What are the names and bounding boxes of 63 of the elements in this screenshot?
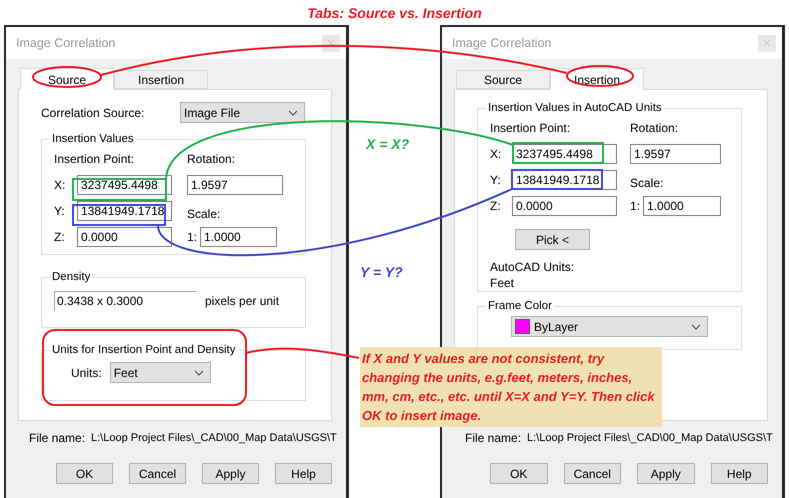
- field-label: Insertion Point:: [54, 152, 134, 166]
- group-label: Frame Color: [487, 300, 553, 312]
- field-label: Rotation:: [630, 121, 678, 135]
- pick-button[interactable]: Pick <: [515, 229, 590, 250]
- dropdown[interactable]: Image File: [180, 102, 305, 123]
- dialog-button[interactable]: Cancel: [129, 463, 186, 484]
- field-label: Rotation:: [187, 152, 236, 166]
- text-field[interactable]: 1.9597: [630, 144, 721, 164]
- highlight-ellipse: [566, 65, 634, 87]
- field-label: File name:: [29, 431, 86, 445]
- dialog-button[interactable]: Apply: [202, 463, 259, 484]
- field-label: Z:: [490, 199, 501, 213]
- chevron-down-icon: [194, 370, 204, 376]
- tab[interactable]: Insertion: [114, 70, 208, 89]
- group-label: Density: [51, 271, 92, 283]
- field-label: Y:: [490, 173, 501, 187]
- chevron-down-icon: [691, 324, 701, 330]
- dialog-button[interactable]: Apply: [637, 463, 694, 484]
- text-field[interactable]: 1.0000: [643, 196, 722, 216]
- annotation-note: If X and Y values are not consistent, try changing the units, e.g.feet, meters, inches, mm, cm, etc., etc. until X=X and Y=Y. Then click OK to insert image.: [360, 347, 662, 427]
- dropdown[interactable]: Feet: [110, 362, 211, 383]
- dialog-title: Image Correlation: [452, 36, 552, 50]
- field-label: X:: [490, 147, 502, 161]
- field-label: X:: [54, 178, 66, 192]
- dropdown[interactable]: ByLayer: [511, 316, 708, 337]
- annotation-label: X = X?: [366, 136, 410, 152]
- field-label: Units:: [71, 366, 102, 380]
- dialog-button[interactable]: Help: [710, 463, 768, 484]
- field-label: File name:: [465, 431, 522, 445]
- text-field[interactable]: 1.0000: [200, 227, 278, 247]
- text-field[interactable]: 1.9597: [187, 175, 283, 195]
- field-label: 1:: [630, 199, 640, 213]
- text-field[interactable]: 0.3438 x 0.3000: [54, 291, 196, 310]
- field-label: Scale:: [630, 176, 664, 190]
- dialog-title: Image Correlation: [16, 36, 116, 50]
- dialog-button[interactable]: Help: [275, 463, 332, 484]
- field-label: Correlation Source:: [41, 106, 146, 120]
- field-label: AutoCAD Units:: [490, 260, 576, 274]
- dialog-button[interactable]: Cancel: [564, 463, 621, 484]
- group-label: Insertion Values: [51, 133, 135, 145]
- text-field[interactable]: 0.0000: [77, 227, 172, 247]
- chevron-down-icon: [288, 110, 298, 116]
- close-icon: [764, 40, 770, 46]
- field-label: Scale:: [187, 207, 220, 221]
- field-label: Insertion Point:: [490, 121, 570, 135]
- field-label: Z:: [54, 230, 65, 244]
- unit-label: pixels per unit: [205, 294, 280, 308]
- field-label: 1:: [187, 230, 198, 244]
- annotation-title: Tabs: Source vs. Insertion: [307, 5, 482, 21]
- dialog-button[interactable]: OK: [490, 463, 548, 484]
- text-field[interactable]: 0.0000: [512, 196, 617, 216]
- annotation-label: Y = Y?: [360, 264, 403, 280]
- dropdown-value: ByLayer: [534, 320, 578, 334]
- file-path: L:\Loop Project Files\_CAD\00_Map Data\USGS\T: [527, 432, 773, 444]
- file-path: L:\Loop Project Files\_CAD\00_Map Data\USGS\T: [91, 432, 337, 444]
- highlight-ellipse: [32, 66, 102, 88]
- dialog-button[interactable]: OK: [56, 463, 113, 484]
- tab[interactable]: Source: [456, 70, 550, 89]
- group-label: Insertion Values in AutoCAD Units: [487, 102, 663, 114]
- close-icon: [328, 40, 334, 46]
- group-label: Units for Insertion Point and Density: [51, 344, 236, 356]
- units-value: Feet: [490, 276, 516, 290]
- field-label: Y:: [54, 204, 65, 218]
